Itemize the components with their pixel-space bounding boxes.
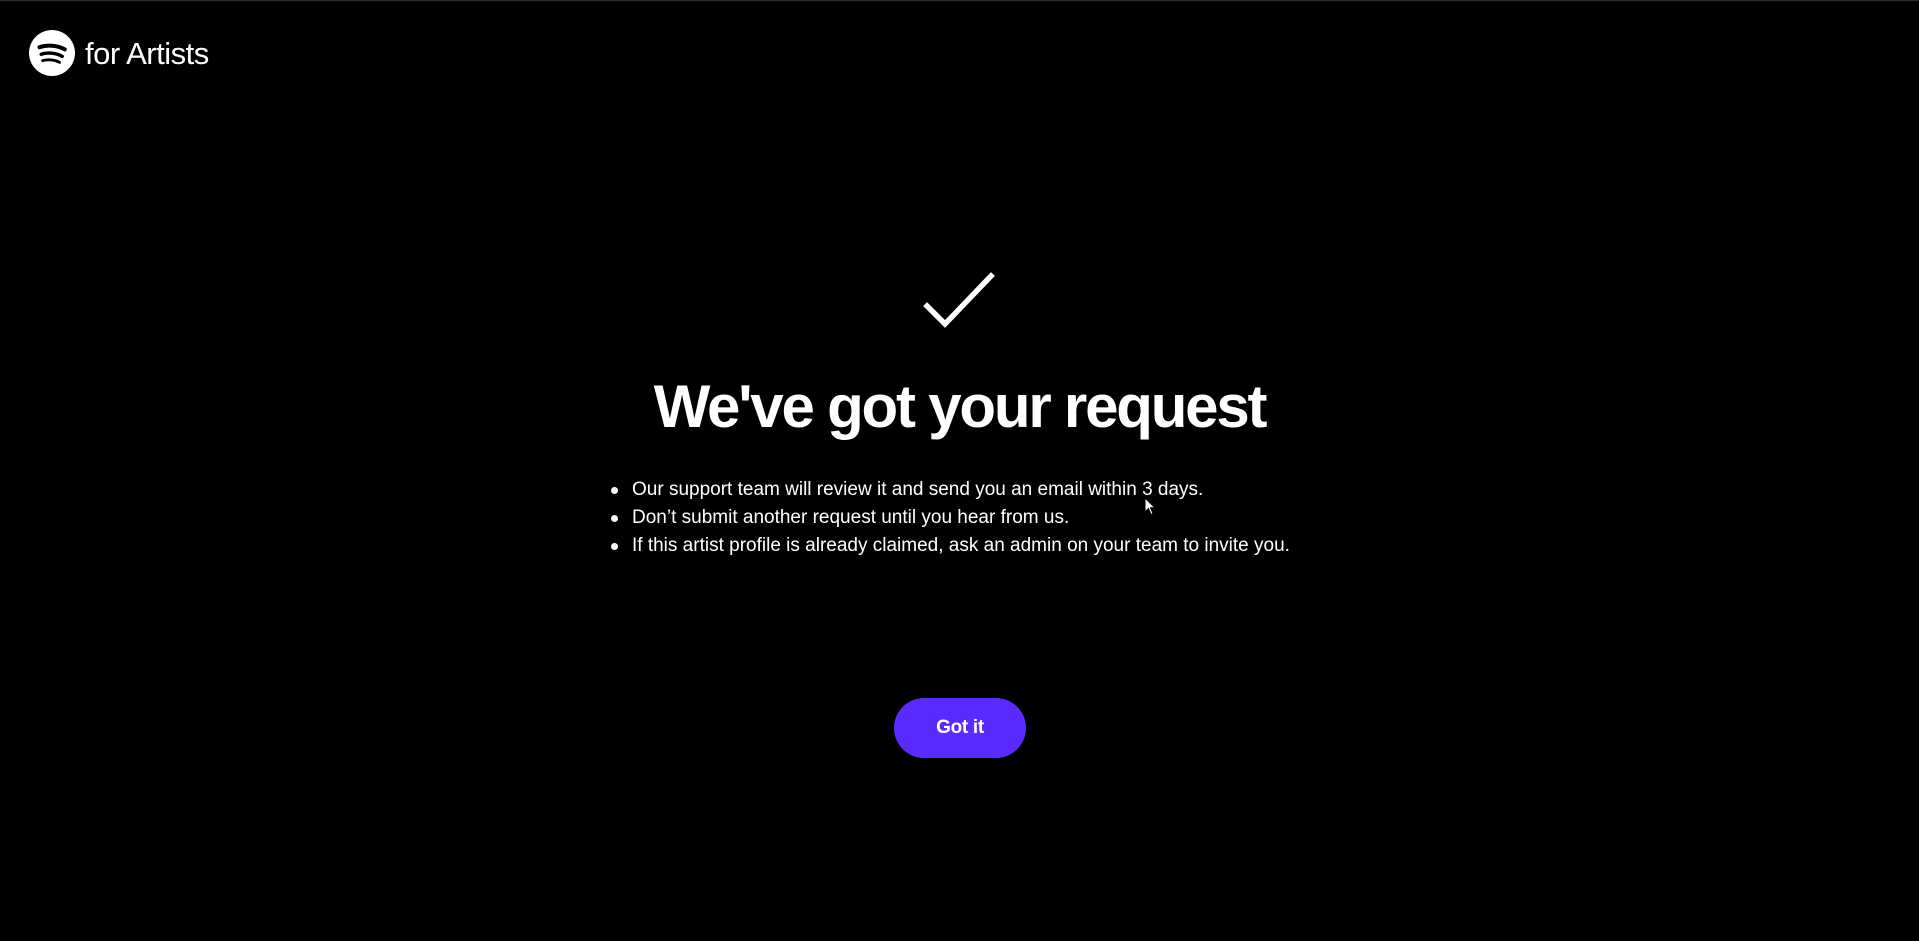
list-item-text: Don’t submit another request until you h… <box>632 507 1070 528</box>
list-item: Our support team will review it and send… <box>611 476 1290 504</box>
bullet-icon <box>611 515 618 522</box>
info-list: Our support team will review it and send… <box>611 476 1290 560</box>
list-item-text: If this artist profile is already claime… <box>632 535 1290 556</box>
mouse-pointer-icon <box>1144 497 1156 516</box>
got-it-button[interactable]: Got it <box>894 698 1026 758</box>
checkmark-icon <box>923 272 995 328</box>
page-title: We've got your request <box>653 373 1268 440</box>
bullet-icon <box>611 487 618 494</box>
bullet-icon <box>611 543 618 550</box>
confirmation-panel: We've got your request Our support team … <box>0 0 1919 941</box>
list-item: If this artist profile is already claime… <box>611 532 1290 560</box>
list-item-text: Our support team will review it and send… <box>632 479 1204 500</box>
list-item: Don’t submit another request until you h… <box>611 504 1290 532</box>
